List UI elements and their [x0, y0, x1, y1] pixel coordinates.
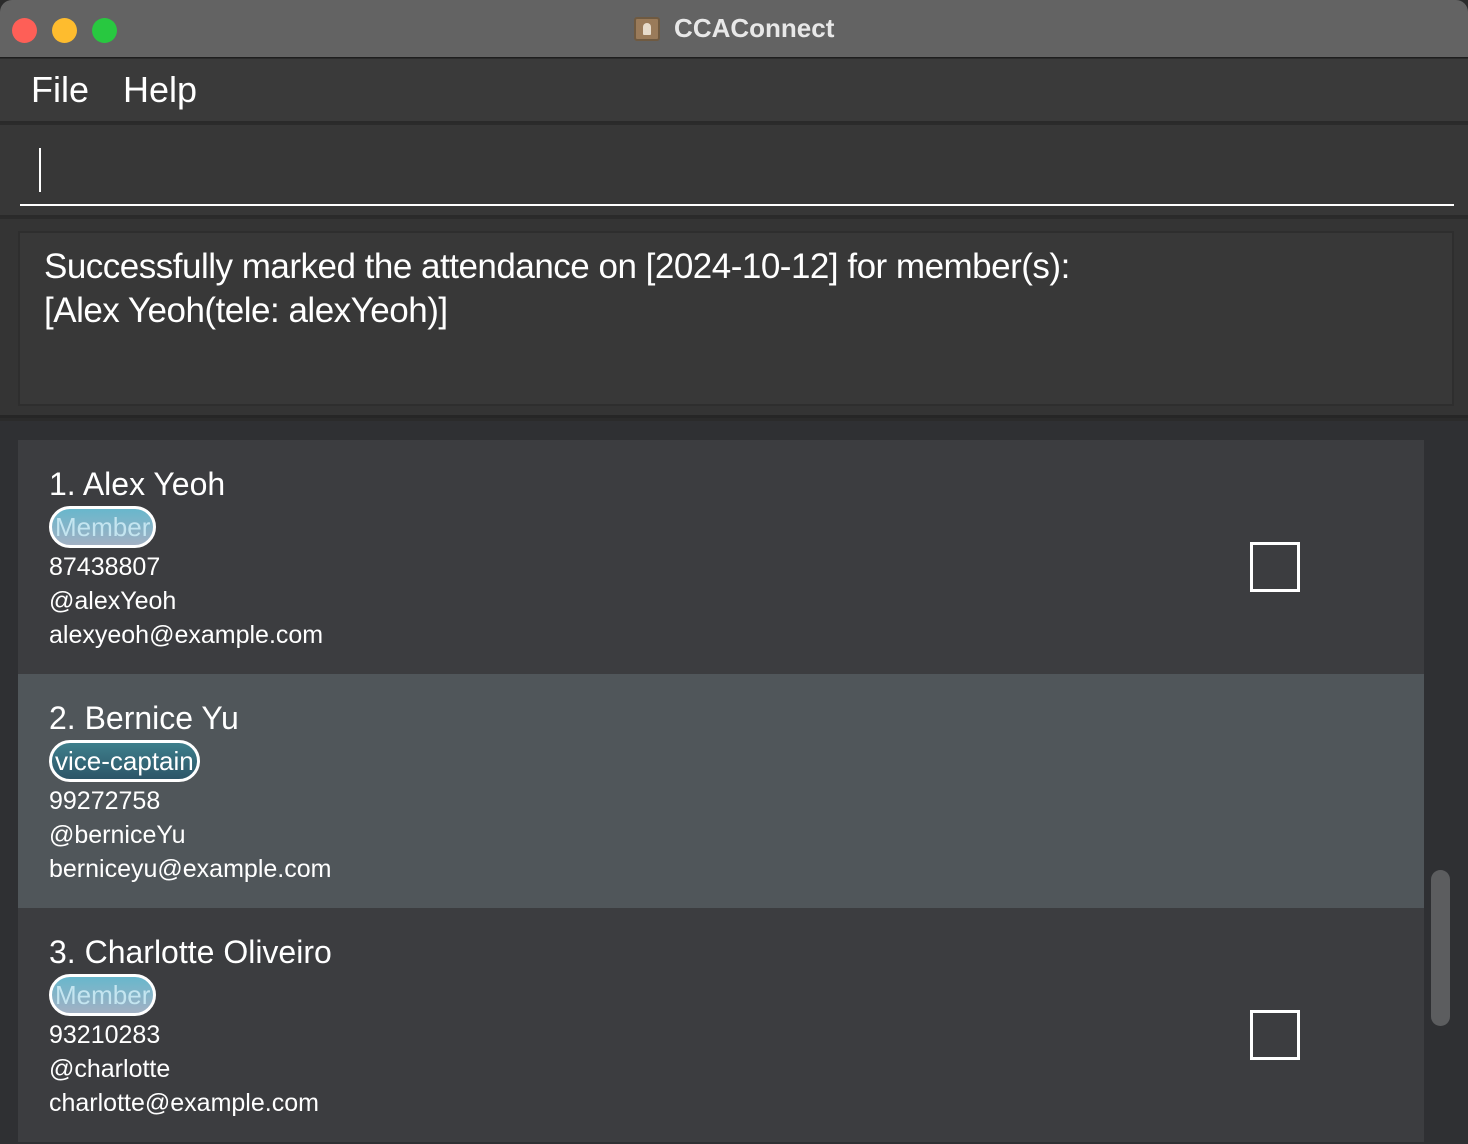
person-phone: 99272758 — [49, 787, 161, 815]
person-phone: 93210283 — [49, 1021, 161, 1049]
person-list[interactable]: 1. Alex Yeoh Member 87438807 @alexYeoh a… — [18, 440, 1424, 1144]
person-name: 3. Charlotte Oliveiro — [49, 934, 332, 970]
result-display-panel: Successfully marked the attendance on [2… — [0, 219, 1468, 418]
role-tag: Member — [49, 974, 157, 1016]
person-email: charlotte@example.com — [49, 1089, 319, 1117]
person-card[interactable]: 1. Alex Yeoh Member 87438807 @alexYeoh a… — [18, 440, 1424, 674]
window-titlebar: CCAConnect — [0, 0, 1468, 58]
result-message-line-2: [Alex Yeoh(tele: alexYeoh)] — [44, 291, 448, 330]
person-telegram: @alexYeoh — [49, 587, 177, 615]
menu-bar: File Help — [0, 59, 1468, 123]
person-phone: 87438807 — [49, 553, 161, 581]
command-box-panel — [0, 125, 1468, 217]
window-title-group: CCAConnect — [0, 13, 1468, 45]
role-tag: Member — [49, 506, 157, 548]
window-title: CCAConnect — [674, 13, 835, 43]
command-input[interactable] — [20, 140, 1454, 206]
person-name: 1. Alex Yeoh — [49, 466, 226, 502]
contacts-book-icon — [633, 16, 660, 41]
attendance-checkbox[interactable] — [1250, 1010, 1300, 1060]
list-scrollbar[interactable] — [1431, 870, 1450, 1026]
menu-help[interactable]: Help — [123, 69, 197, 111]
attendance-checkbox[interactable] — [1250, 542, 1300, 592]
result-message-line-1: Successfully marked the attendance on [2… — [44, 247, 1070, 286]
text-cursor — [39, 148, 41, 192]
person-list-panel: 1. Alex Yeoh Member 87438807 @alexYeoh a… — [0, 421, 1468, 1144]
person-email: alexyeoh@example.com — [49, 621, 324, 649]
person-card[interactable]: 3. Charlotte Oliveiro Member 93210283 @c… — [18, 908, 1424, 1142]
person-email: berniceyu@example.com — [49, 855, 332, 883]
menu-file[interactable]: File — [31, 69, 89, 111]
person-telegram: @charlotte — [49, 1055, 171, 1083]
role-tag: vice-captain — [49, 740, 200, 782]
person-card-selected[interactable]: 2. Bernice Yu vice-captain 99272758 @ber… — [18, 674, 1424, 908]
person-telegram: @berniceYu — [49, 821, 186, 849]
result-display: Successfully marked the attendance on [2… — [18, 231, 1454, 406]
person-name: 2. Bernice Yu — [49, 700, 239, 736]
